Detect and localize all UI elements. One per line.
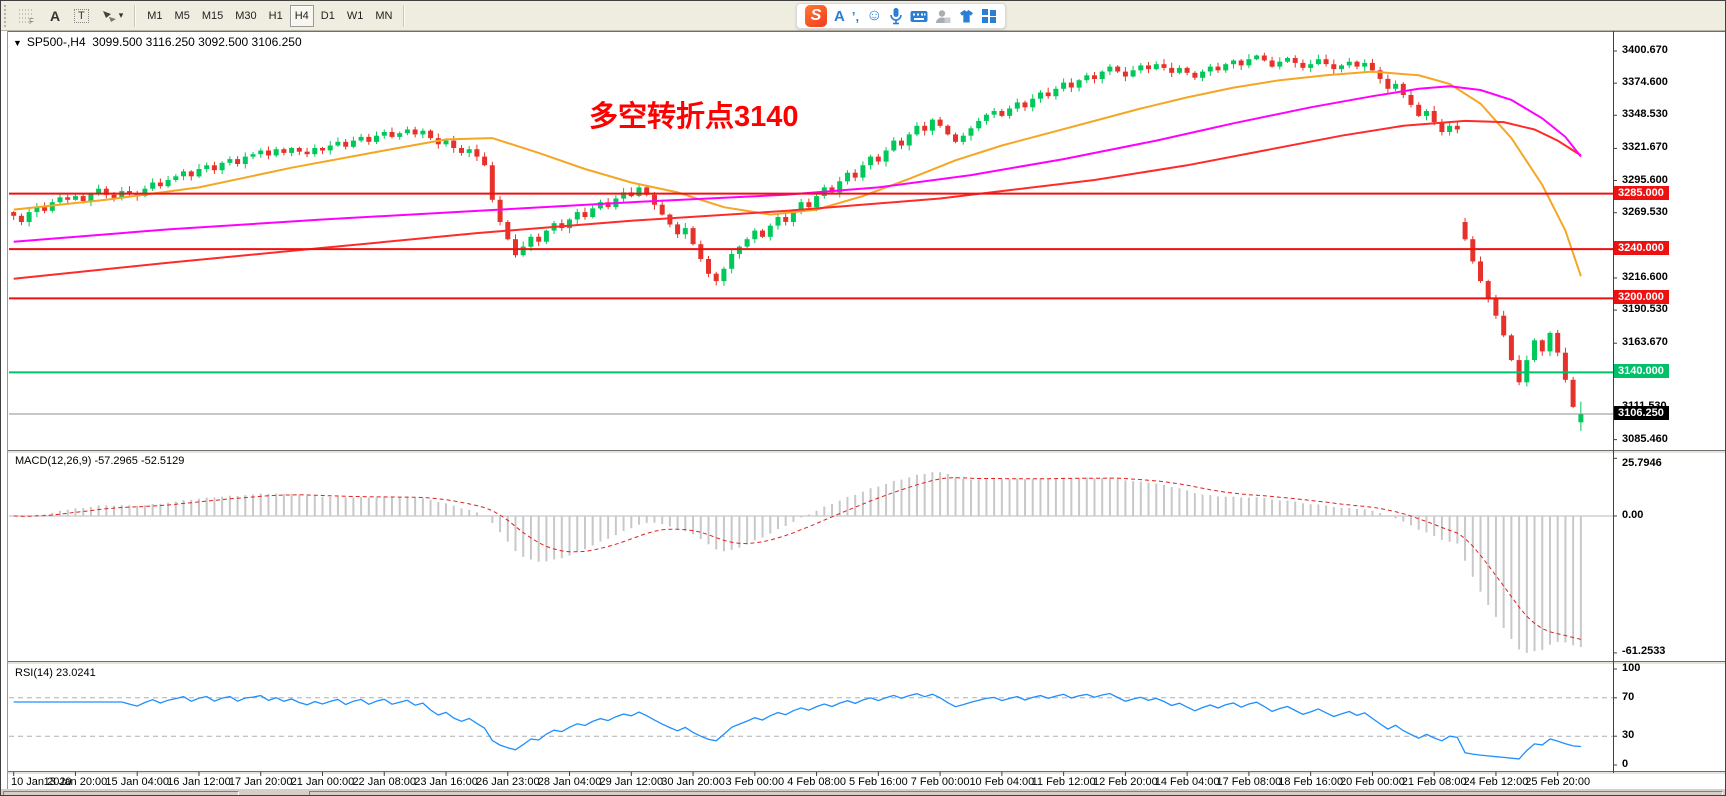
time-axis-label: 18 Feb 16:00 — [1278, 776, 1343, 788]
chart-ohlc-values: 3099.500 3116.250 3092.500 3106.250 — [92, 35, 301, 49]
macd-indicator-label: MACD(12,26,9) -57.2965 -52.5129 — [15, 455, 184, 467]
macd-axis-label: 25.7946 — [1622, 457, 1662, 469]
timeframe-button-m5[interactable]: M5 — [170, 5, 195, 27]
rsi-axis-label: 100 — [1622, 662, 1640, 674]
microphone-icon[interactable] — [889, 7, 903, 25]
arrows-tool-icon — [101, 9, 117, 23]
shapes-tool-button[interactable]: ▾ — [96, 5, 129, 27]
time-axis-label: 15 Jan 04:00 — [105, 776, 169, 788]
chart-workspace: ▼ SP500-,H4 3099.500 3116.250 3092.500 31… — [1, 31, 1726, 789]
rsi-plot[interactable] — [7, 664, 1613, 771]
time-axis-label: 16 Jan 12:00 — [167, 776, 231, 788]
time-axis-label: 29 Jan 12:00 — [599, 776, 663, 788]
time-axis-label: 22 Jan 08:00 — [352, 776, 416, 788]
rsi-axis-label: 70 — [1622, 691, 1634, 703]
skin-tshirt-icon[interactable] — [958, 9, 975, 24]
macd-axis-label: -61.2533 — [1622, 645, 1665, 657]
timeframe-button-mn[interactable]: MN — [370, 5, 397, 27]
macd-plot[interactable] — [7, 453, 1613, 661]
price-tag: 3200.000 — [1614, 290, 1669, 304]
price-tag: 3106.250 — [1614, 406, 1669, 420]
time-axis-label: 17 Feb 08:00 — [1216, 776, 1281, 788]
price-tag: 3140.000 — [1614, 364, 1669, 378]
time-axis-label: 30 Jan 20:00 — [661, 776, 725, 788]
price-axis-label: 3295.600 — [1622, 174, 1668, 186]
timeframe-button-m15[interactable]: M15 — [197, 5, 228, 27]
time-axis-label: 3 Feb 00:00 — [725, 776, 784, 788]
time-axis-label: 21 Feb 08:00 — [1402, 776, 1467, 788]
timeframe-button-m30[interactable]: M30 — [230, 5, 261, 27]
time-axis-label: 23 Jan 16:00 — [414, 776, 478, 788]
time-axis-label: 24 Feb 12:00 — [1464, 776, 1529, 788]
time-axis-label: 21 Jan 00:00 — [291, 776, 355, 788]
time-axis-label: 25 Feb 20:00 — [1525, 776, 1590, 788]
price-tag: 3240.000 — [1614, 241, 1669, 255]
price-axis-label: 3216.600 — [1622, 271, 1668, 283]
text-box-button[interactable]: T — [69, 5, 94, 27]
svg-text:F: F — [29, 17, 34, 24]
keyboard-icon[interactable] — [910, 10, 928, 23]
timeframe-button-h1[interactable]: H1 — [264, 5, 288, 27]
time-axis-label: 14 Feb 04:00 — [1155, 776, 1220, 788]
time-axis-label: 28 Jan 04:00 — [538, 776, 602, 788]
grid-f-icon: F — [18, 8, 36, 24]
time-axis-label: 26 Jan 23:00 — [476, 776, 540, 788]
chart-dropdown-icon[interactable]: ▼ — [13, 38, 22, 48]
timeframe-button-w1[interactable]: W1 — [342, 5, 369, 27]
time-axis-label: 13 Jan 20:00 — [44, 776, 108, 788]
chevron-down-icon: ▾ — [119, 10, 124, 21]
drawing-tools-group: F A T ▾ — [12, 1, 129, 30]
price-tag: 3285.000 — [1614, 186, 1669, 200]
grid-fibo-button[interactable]: F — [13, 5, 41, 27]
price-axis-label: 3374.600 — [1622, 76, 1668, 88]
chart-symbol-period: SP500-,H4 — [27, 35, 86, 49]
timeframe-button-h4[interactable]: H4 — [290, 5, 314, 27]
time-axis-label: 4 Feb 08:00 — [787, 776, 846, 788]
mt4-window: F A T ▾ M1M5M15M30H1H4D1W1MN S A ’, ☺ — [0, 0, 1726, 796]
top-toolbar: F A T ▾ M1M5M15M30H1H4D1W1MN S A ’, ☺ — [1, 1, 1726, 31]
account-icon[interactable] — [935, 9, 951, 24]
time-axis-label: 12 Feb 20:00 — [1093, 776, 1158, 788]
status-bar — [1, 789, 1726, 796]
toolbar-separator — [134, 5, 136, 27]
price-axis-label: 3321.670 — [1622, 141, 1668, 153]
status-panel — [3, 791, 239, 796]
toolbar-grip[interactable] — [4, 5, 8, 27]
sogou-logo-icon[interactable]: S — [805, 5, 827, 27]
price-axis-label: 3190.530 — [1622, 303, 1668, 315]
chart-annotation-text: 多空转折点3140 — [589, 93, 799, 135]
timeframe-button-m1[interactable]: M1 — [142, 5, 167, 27]
price-axis-label: 3269.530 — [1622, 206, 1668, 218]
time-axis-label: 11 Feb 12:00 — [1032, 776, 1096, 788]
text-label-button[interactable]: A — [43, 5, 67, 27]
toolbar-separator — [403, 5, 405, 27]
macd-axis-label: 0.00 — [1622, 509, 1643, 521]
ime-toolbar: S A ’, ☺ — [796, 3, 1006, 29]
price-axis-label: 3400.670 — [1622, 44, 1668, 56]
time-axis-label: 17 Jan 20:00 — [229, 776, 293, 788]
price-axis-label: 3085.460 — [1622, 433, 1668, 445]
ime-punctuation-button[interactable]: ’, — [852, 10, 859, 23]
status-panel — [309, 791, 1723, 796]
emoji-icon[interactable]: ☺ — [866, 8, 882, 24]
time-axis-label: 7 Feb 00:00 — [911, 776, 970, 788]
rsi-indicator-label: RSI(14) 23.0241 — [15, 667, 96, 679]
timeframe-group: M1M5M15M30H1H4D1W1MN — [141, 1, 398, 30]
ime-language-button[interactable]: A — [834, 9, 845, 24]
time-axis-label: 20 Feb 00:00 — [1340, 776, 1405, 788]
price-axis-label: 3163.670 — [1622, 336, 1668, 348]
chart-title: ▼ SP500-,H4 3099.500 3116.250 3092.500 31… — [13, 35, 302, 49]
rsi-axis-label: 0 — [1622, 758, 1628, 770]
timeframe-button-d1[interactable]: D1 — [316, 5, 340, 27]
price-axis-label: 3348.530 — [1622, 108, 1668, 120]
text-box-icon: T — [74, 9, 89, 23]
rsi-axis-label: 30 — [1622, 729, 1634, 741]
toolbox-grid-icon[interactable] — [982, 9, 997, 24]
time-axis-label: 5 Feb 16:00 — [849, 776, 908, 788]
time-axis-label: 10 Feb 04:00 — [969, 776, 1034, 788]
main-chart-plot[interactable] — [7, 32, 1613, 450]
